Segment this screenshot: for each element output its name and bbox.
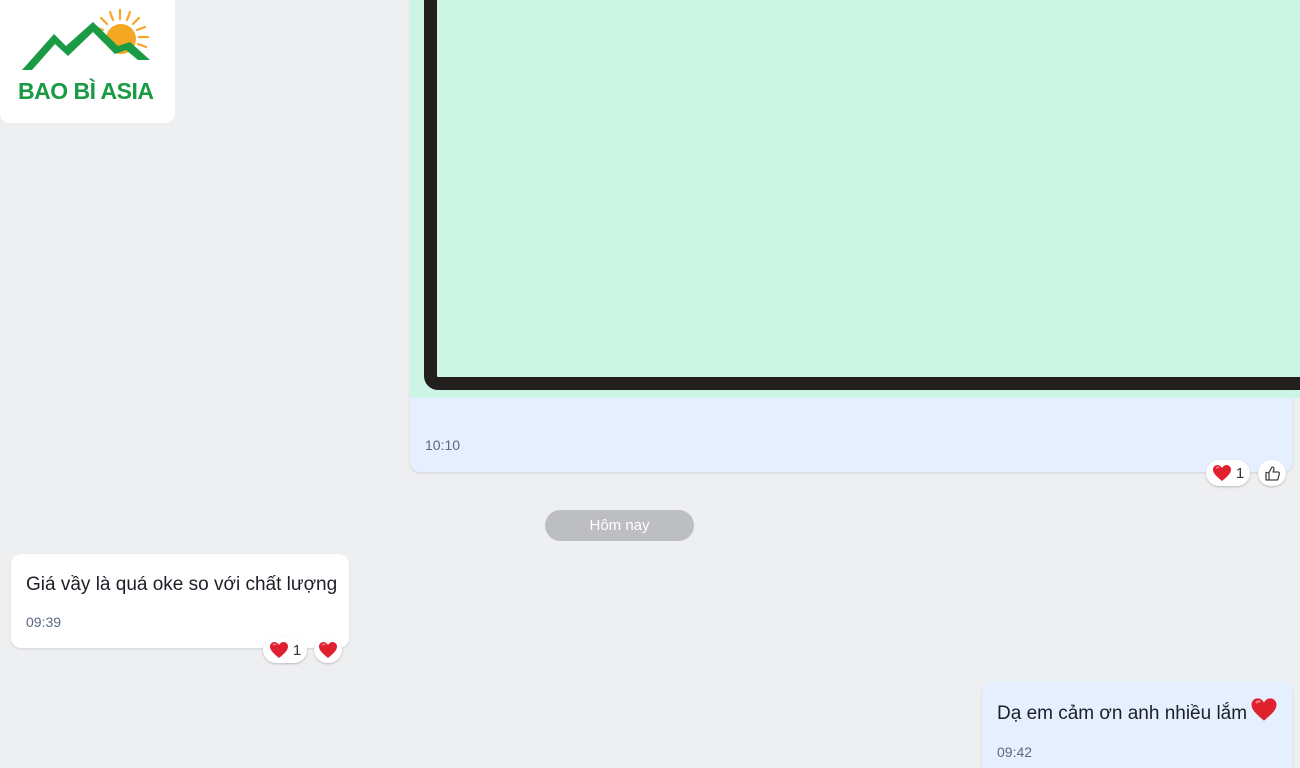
- logo-text: BAO BÌ ASIA: [18, 78, 154, 104]
- reaction-summary[interactable]: 1: [1206, 460, 1250, 486]
- heart-icon: [269, 641, 289, 659]
- image-frame: [424, 0, 1300, 390]
- date-divider: Hôm nay: [545, 510, 694, 541]
- heart-icon: [318, 641, 338, 659]
- like-button[interactable]: [1258, 460, 1286, 486]
- reaction-count: 1: [1235, 464, 1245, 482]
- heart-icon: [1212, 464, 1232, 482]
- chat-view: BAO BÌ ASIA 10:10 1 Hôm nay Giá vầy là q…: [0, 0, 1300, 768]
- outgoing-message-time: 09:42: [997, 744, 1033, 760]
- outgoing-message-text: Dạ em cảm ơn anh nhiều lắm: [997, 703, 1248, 724]
- image-message-time: 10:10: [425, 437, 461, 453]
- logo-mountain-sun-icon: [22, 8, 150, 70]
- incoming-message-time: 09:39: [26, 614, 62, 630]
- incoming-message-text: Giá vầy là quá oke so với chất lượng: [26, 574, 338, 595]
- outgoing-message-bubble[interactable]: Dạ em cảm ơn anh nhiều lắm 09:42: [982, 681, 1293, 768]
- reaction-summary[interactable]: 1: [263, 637, 307, 663]
- incoming-message-bubble[interactable]: Giá vầy là quá oke so với chất lượng 09:…: [11, 554, 349, 648]
- reaction-count: 1: [292, 641, 302, 659]
- thumbs-up-icon: [1264, 465, 1281, 482]
- heart-reaction-button[interactable]: [314, 637, 342, 663]
- brand-logo: BAO BÌ ASIA: [0, 0, 175, 123]
- heart-icon: [1250, 697, 1278, 722]
